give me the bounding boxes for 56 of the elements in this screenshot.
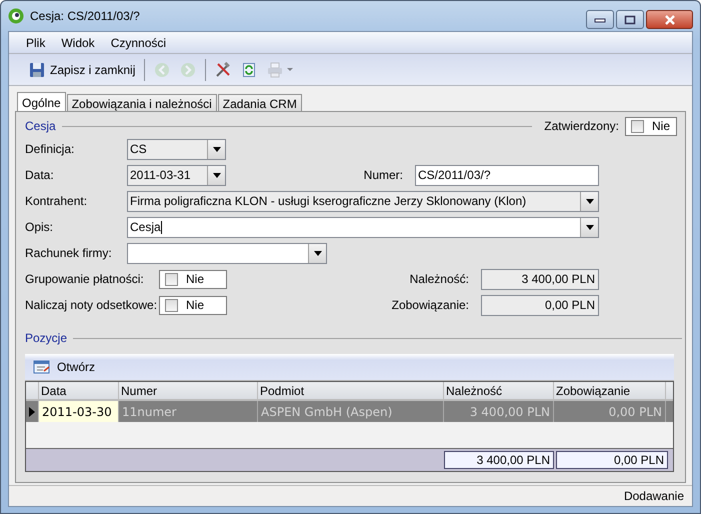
approved-label: Zatwierdzony:	[544, 119, 619, 133]
field-label: Data:	[25, 168, 55, 182]
field-label: Zobowiązanie:	[390, 298, 470, 312]
window-title: Cesja: CS/2011/03/?	[30, 9, 140, 23]
menu-item[interactable]: Widok	[61, 36, 95, 50]
description-dropdown[interactable]: Cesja	[127, 216, 599, 238]
row-pointer-icon	[29, 406, 35, 416]
liability-field: 0,00 PLN	[481, 294, 599, 316]
definition-dropdown[interactable]: CS	[127, 138, 226, 160]
maximize-icon	[624, 14, 636, 24]
account-dropdown[interactable]	[127, 242, 327, 264]
field-label: Definicja:	[25, 142, 76, 156]
menu-item[interactable]: Plik	[26, 36, 46, 50]
field-label: Opis:	[25, 220, 54, 234]
save-close-button[interactable]: Zapisz i zamknij	[26, 60, 138, 80]
status-text: Dodawanie	[624, 489, 684, 503]
table-cell: 0,00 PLN	[554, 401, 666, 422]
minimize-button[interactable]	[586, 10, 614, 29]
approved-checkbox[interactable]: Nie	[624, 116, 677, 136]
field-label: Grupowanie płatności:	[25, 272, 145, 286]
field-label: Kontrahent:	[25, 194, 88, 208]
total-cell: 3 400,00 PLN	[444, 451, 554, 469]
minimize-icon	[594, 16, 606, 22]
document-edit-icon	[33, 359, 51, 375]
column-header[interactable]: Data	[39, 382, 119, 399]
table-cell: 2011-03-30	[39, 401, 119, 422]
table-cell: ASPEN GmbH (Aspen)	[258, 401, 444, 422]
field-label: Rachunek firmy:	[25, 246, 113, 260]
column-header[interactable]: Numer	[119, 382, 258, 399]
maximize-button[interactable]	[616, 10, 644, 29]
interest-notes-checkbox[interactable]: Nie	[159, 296, 227, 314]
date-dropdown[interactable]: 2011-03-31	[127, 164, 226, 186]
app-icon	[8, 8, 24, 24]
tab[interactable]: Zobowiązania i należności	[66, 94, 217, 112]
number-field[interactable]: CS/2011/03/?	[415, 164, 599, 186]
section-title: Pozycje	[25, 331, 68, 345]
field-label: Naliczaj noty odsetkowe:	[25, 298, 158, 312]
column-header[interactable]: Zobowiązanie	[554, 382, 666, 399]
open-button[interactable]: Otwórz	[31, 358, 98, 376]
close-button[interactable]	[646, 10, 693, 29]
field-label: Należność:	[408, 272, 470, 286]
table-cell: 3 400,00 PLN	[444, 401, 554, 422]
tab[interactable]: Zadania CRM	[218, 94, 302, 112]
menu-item[interactable]: Czynności	[110, 36, 166, 50]
receivable-field: 3 400,00 PLN	[481, 268, 599, 290]
contractor-dropdown[interactable]: Firma poligraficzna KLON - usługi kserograficzne Jerzy Sklonowany (Klon)	[127, 190, 599, 212]
column-header[interactable]: Należność	[444, 382, 554, 399]
total-cell: 0,00 PLN	[556, 451, 668, 469]
section-title: Cesja	[25, 119, 56, 133]
table-cell: 11numer	[119, 401, 258, 422]
close-icon	[662, 14, 676, 24]
table-row[interactable]: 2011-03-30 11numer ASPEN GmbH (Aspen) 3 400,00 PLN 0,00 PLN	[26, 401, 673, 422]
field-label: Numer:	[362, 168, 404, 182]
tab[interactable]: Ogólne	[17, 92, 66, 112]
grouping-checkbox[interactable]: Nie	[159, 270, 227, 288]
column-header[interactable]: Podmiot	[258, 382, 444, 399]
